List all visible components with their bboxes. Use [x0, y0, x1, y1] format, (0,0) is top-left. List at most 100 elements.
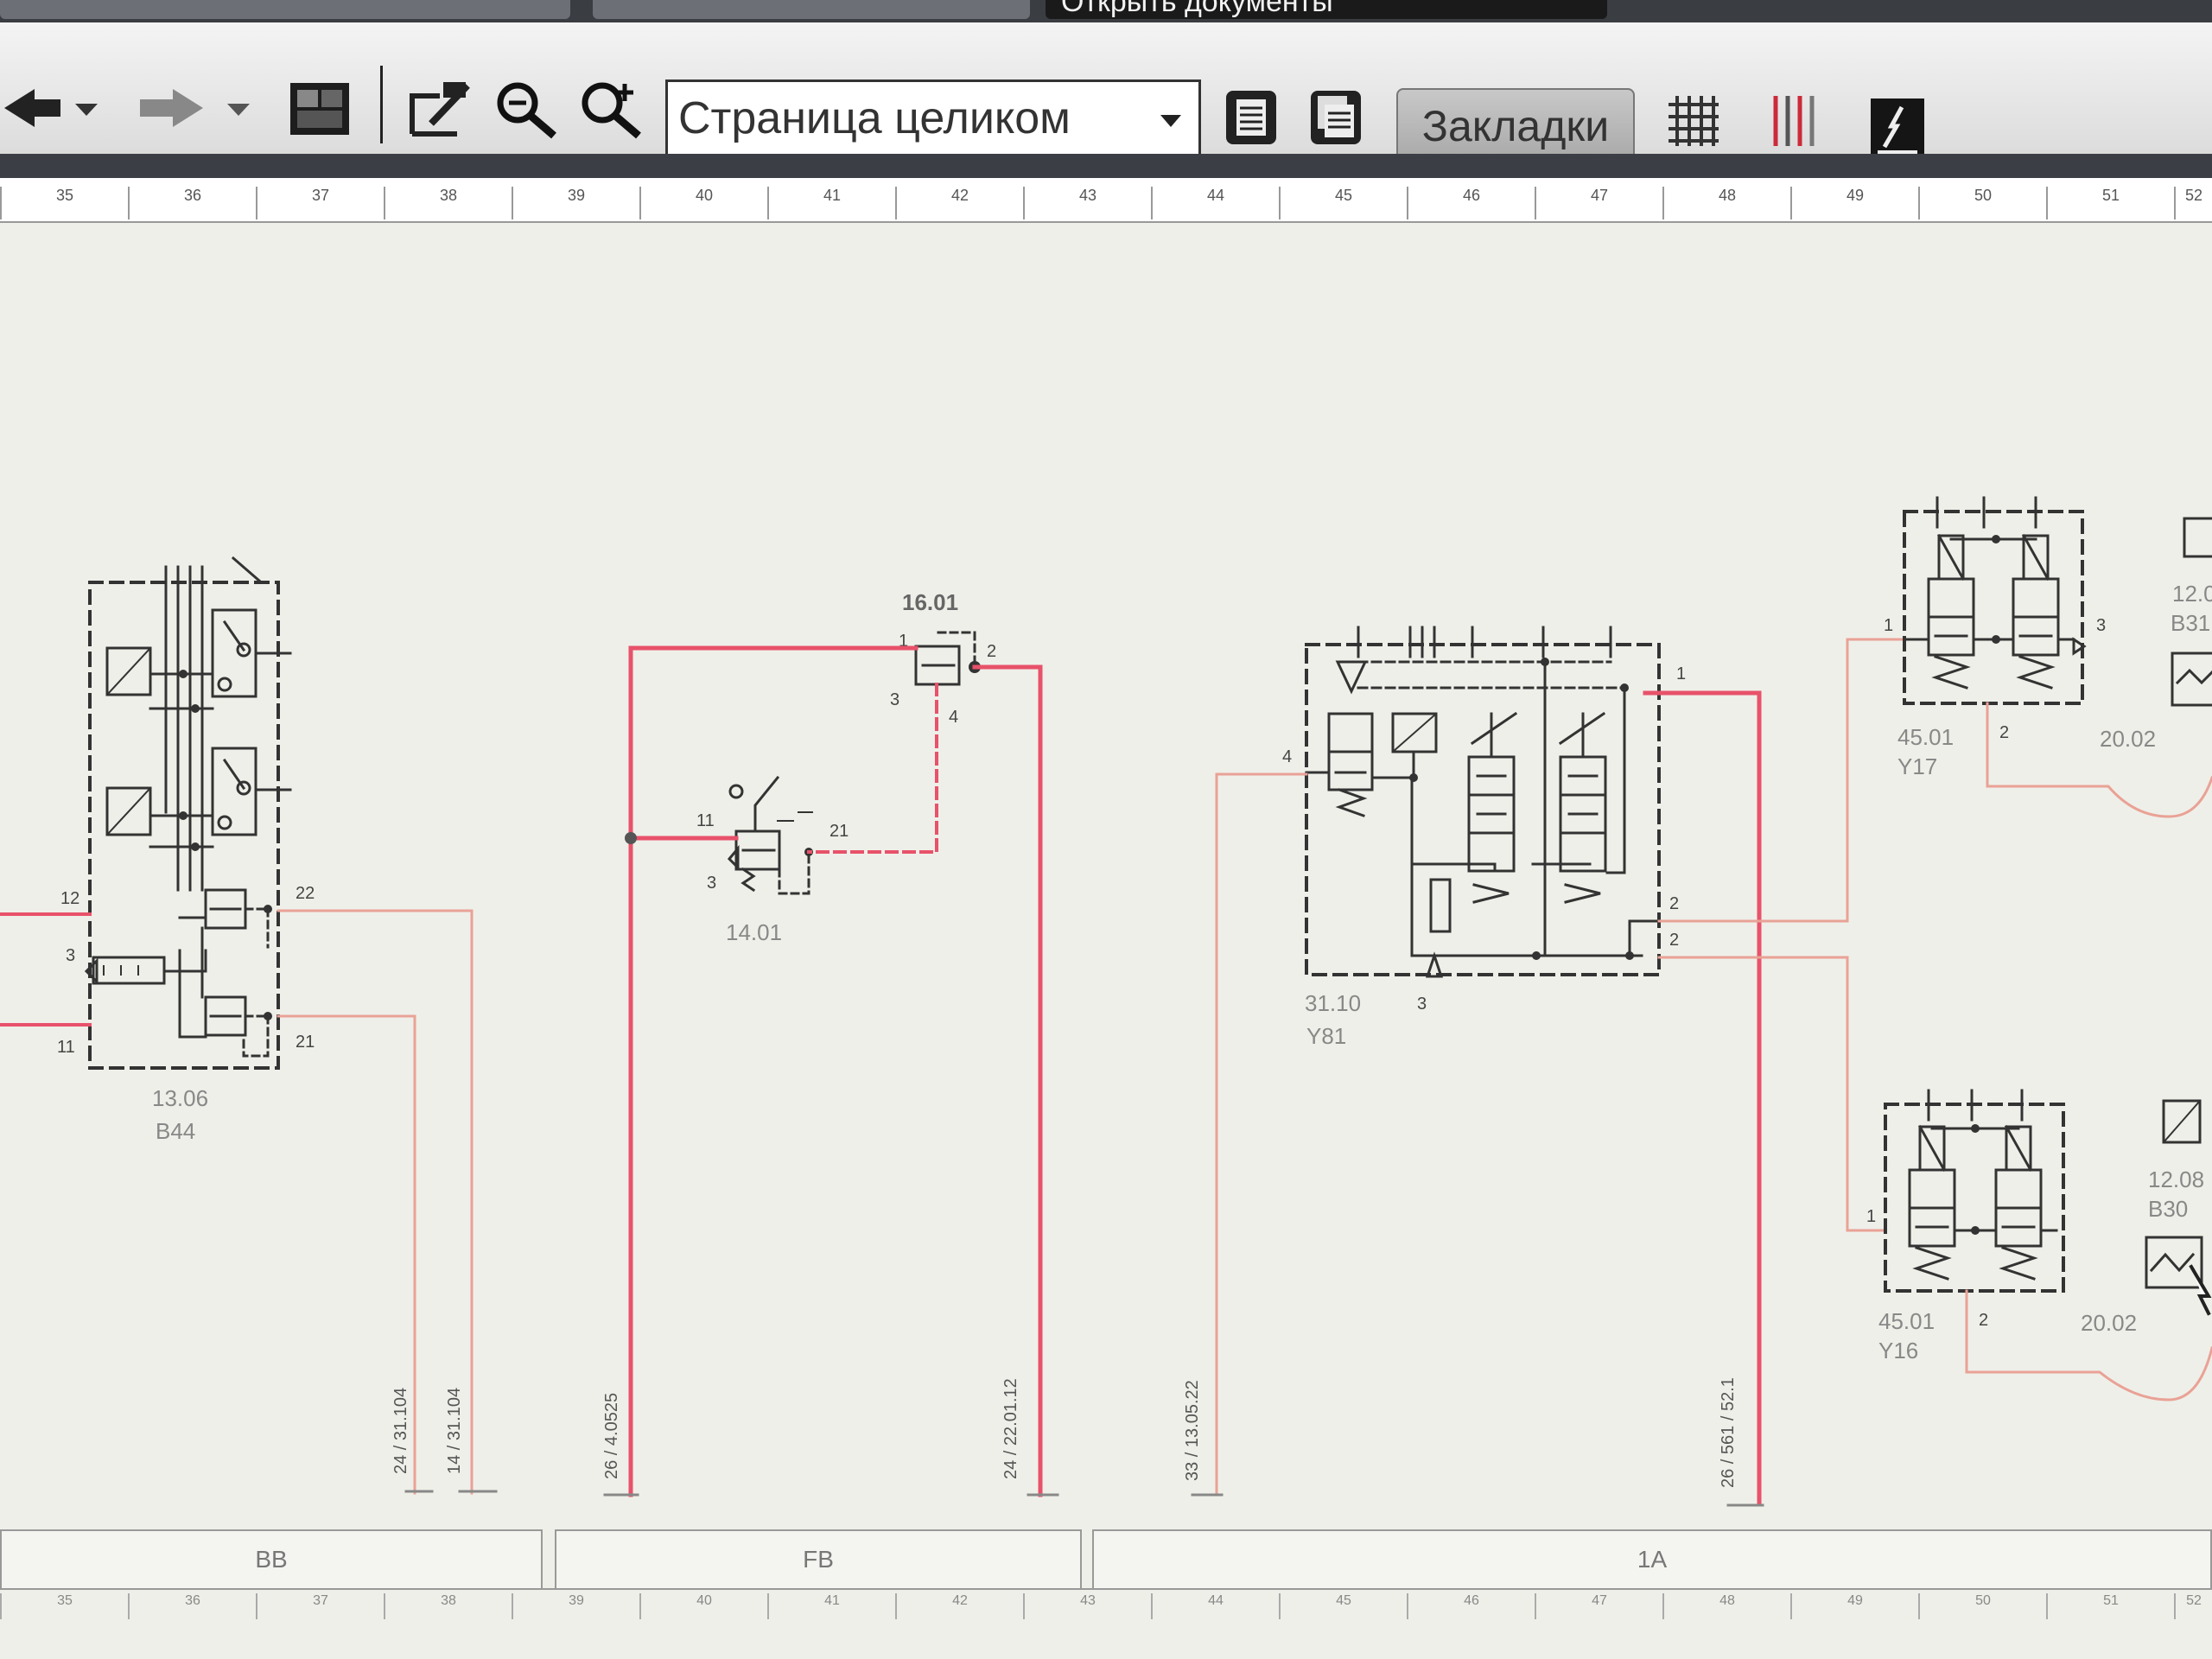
window-tab-1[interactable]: [0, 0, 570, 19]
chevron-down-icon: [227, 104, 250, 116]
window-tab-open-documents[interactable]: Открыть документы: [1046, 0, 1607, 19]
ruler-cell: 51: [2046, 1593, 2174, 1619]
wire[interactable]: [628, 645, 918, 1497]
arrow-left-icon: [4, 89, 60, 127]
port-label: 2: [1979, 1311, 1988, 1330]
wire-ref-label[interactable]: 26 / 4.0525: [602, 1393, 621, 1479]
component-tag-label: B30: [2148, 1196, 2188, 1222]
ruler-cell: 41: [767, 187, 895, 219]
cross-reference[interactable]: 20.02: [2081, 1310, 2137, 1336]
wire-reference-labels: 24 / 31.104 14 / 31.104 26 / 4.0525 24 /…: [391, 1377, 1738, 1488]
component-12-0-b31[interactable]: 12.0 B31: [2171, 517, 2212, 707]
back-dropdown-button[interactable]: [69, 92, 104, 126]
component-31-10[interactable]: 4 1 2 2 3 31.10 Y81: [1282, 626, 1686, 1049]
port-label: 1: [1676, 664, 1686, 683]
ruler-cell: 45: [1279, 1593, 1407, 1619]
ruler-cell: 38: [384, 187, 512, 219]
zone-label: 1A: [1092, 1529, 2212, 1590]
wire-ref-label[interactable]: 26 / 561 / 52.1: [1719, 1377, 1738, 1488]
component-13-06[interactable]: 12 3 11 22 21 13.06 B44: [57, 556, 315, 1144]
zone-label: FB: [555, 1529, 1082, 1590]
grid-icon: [1669, 96, 1719, 146]
port-label: 2: [1669, 931, 1679, 950]
zoom-out-button[interactable]: [489, 76, 563, 142]
port-label: 21: [296, 1033, 315, 1052]
ruler-cell: 48: [1662, 187, 1790, 219]
wire-colors-button[interactable]: [1759, 86, 1828, 156]
wire[interactable]: [1657, 956, 1887, 1232]
wire[interactable]: [0, 912, 92, 1027]
overview-icon: [290, 83, 349, 135]
wire[interactable]: [1643, 690, 1762, 1506]
cross-reference[interactable]: 20.02: [2100, 726, 2156, 752]
wire[interactable]: [1215, 772, 1308, 1497]
pilot-line[interactable]: [807, 683, 938, 854]
wire[interactable]: [972, 664, 1043, 1497]
ruler-cell: 35: [0, 187, 128, 219]
column-ruler-bottom: 35 36 37 38 39 40 41 42 43 44 45 46 47 4…: [0, 1588, 2212, 1621]
grid-toggle-button[interactable]: [1659, 86, 1728, 156]
ruler-cell: 37: [256, 1593, 384, 1619]
colored-lines-icon: [1773, 96, 1815, 146]
port-label: 2: [1999, 723, 2009, 742]
wire-ref-label[interactable]: 33 / 13.05.22: [1183, 1380, 1202, 1481]
wire[interactable]: [1986, 702, 2212, 818]
bookmarks-button[interactable]: Закладки: [1396, 88, 1635, 164]
ruler-cell: 40: [639, 1593, 767, 1619]
chevron-down-icon: [1160, 115, 1181, 127]
component-id-label: 13.06: [152, 1085, 208, 1111]
component-12-08-b30[interactable]: 12.08 B30: [2145, 1099, 2212, 1316]
window-tab-2[interactable]: [593, 0, 1030, 19]
component-14-01[interactable]: 11 21 3 14.01: [696, 775, 849, 945]
port-label: 21: [830, 822, 849, 841]
pages-icon: [1311, 91, 1361, 144]
overview-button[interactable]: [285, 76, 354, 142]
magnifier-plus-icon: [582, 82, 641, 139]
zoom-area-button[interactable]: [403, 76, 477, 142]
component-45-01-y16[interactable]: 1 2 45.01 Y16 20.02: [1866, 1089, 2137, 1363]
ruler-cell: 51: [2046, 187, 2174, 219]
forward-button[interactable]: [130, 78, 207, 138]
wire[interactable]: [276, 909, 474, 1495]
component-id-label: 31.10: [1305, 990, 1361, 1016]
component-id-label: 45.01: [1878, 1308, 1935, 1334]
toolbar-separator: [380, 66, 383, 143]
column-ruler-top: 35 36 37 38 39 40 41 42 43 44 45 46 47 4…: [0, 178, 2212, 223]
wire[interactable]: [1657, 638, 1906, 923]
two-pages-button[interactable]: [1303, 83, 1369, 152]
port-label: 4: [949, 708, 958, 727]
ruler-cell: 49: [1790, 1593, 1918, 1619]
component-id-label: 12.08: [2148, 1166, 2204, 1192]
single-page-button[interactable]: [1218, 83, 1284, 152]
port-label: 11: [57, 1038, 75, 1057]
back-button[interactable]: [0, 78, 69, 138]
wire[interactable]: [1965, 1289, 2212, 1402]
document-header-strip: [0, 154, 2212, 178]
ruler-cell: 50: [1918, 1593, 2046, 1619]
port-label: 3: [2096, 616, 2106, 635]
component-16-01[interactable]: 1 2 3 4 16.01: [890, 589, 996, 727]
port-label: 2: [987, 642, 996, 661]
ruler-cell: 42: [895, 187, 1023, 219]
ruler-cell: 52: [2174, 187, 2212, 219]
component-tag-label: Y81: [1306, 1023, 1346, 1049]
wire-ref-label[interactable]: 14 / 31.104: [445, 1388, 464, 1474]
ruler-cell: 52: [2174, 1593, 2212, 1619]
wire-ref-label[interactable]: 24 / 31.104: [391, 1388, 410, 1474]
ruler-cell: 37: [256, 187, 384, 219]
component-45-01-y17[interactable]: 1 3 2 45.01 Y17 20.02: [1884, 496, 2156, 779]
port-label: 3: [1417, 995, 1427, 1014]
ruler-cell: 44: [1151, 187, 1279, 219]
ruler-cell: 41: [767, 1593, 895, 1619]
forward-dropdown-button[interactable]: [221, 92, 256, 126]
zoom-select[interactable]: Страница целиком: [665, 79, 1201, 157]
zoom-in-button[interactable]: [574, 76, 648, 142]
zone-label: BB: [0, 1529, 543, 1590]
magnifier-minus-icon: [497, 82, 556, 139]
component-id-label: 16.01: [902, 589, 958, 615]
ruler-cell: 49: [1790, 187, 1918, 219]
port-label: 22: [296, 884, 315, 903]
window-tab-strip: Открыть документы: [0, 0, 2212, 22]
wire-ref-label[interactable]: 24 / 22.01.12: [1001, 1378, 1020, 1479]
ruler-cell: 39: [512, 187, 639, 219]
